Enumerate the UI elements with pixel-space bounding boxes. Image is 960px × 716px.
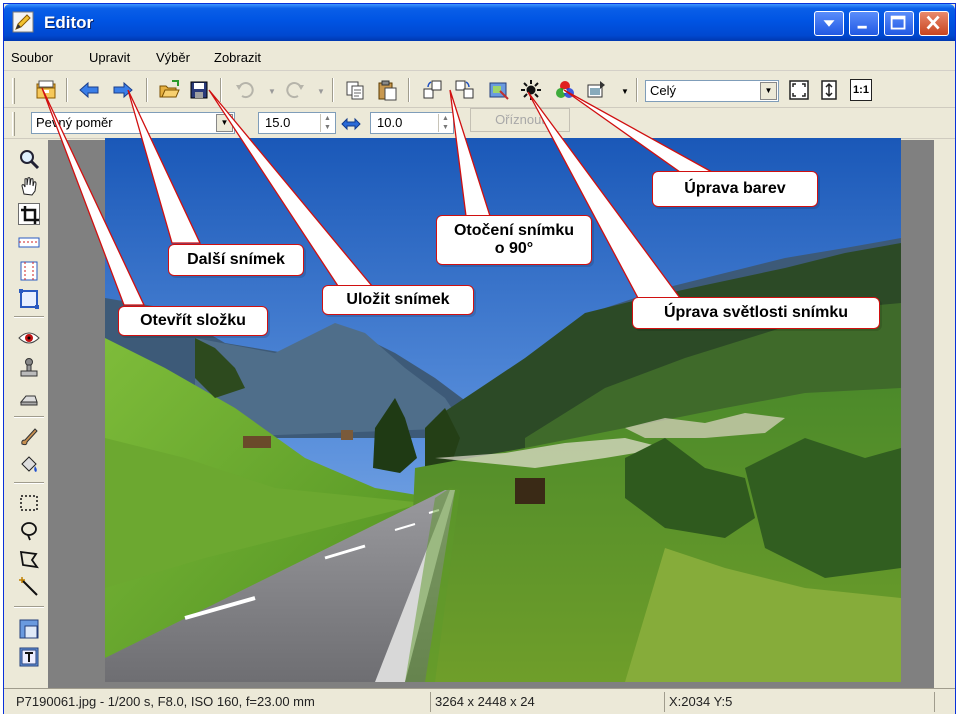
ratio-select[interactable]: Pevný poměr ▼ <box>31 112 235 134</box>
hand-pan-icon[interactable] <box>18 175 40 197</box>
actual-size-button[interactable]: 1:1 <box>850 79 872 101</box>
toolbar-grip[interactable] <box>12 112 15 136</box>
minimize-button[interactable] <box>849 11 879 36</box>
layer-icon[interactable] <box>18 618 40 640</box>
spin-arrows-icon[interactable]: ▲ ▼ <box>438 114 452 132</box>
menu-vyber[interactable]: Výběr <box>156 50 190 65</box>
main-toolbar: ▼ ▼ ▼ Celý ▼ 1:1 <box>4 72 955 108</box>
text-tool-icon[interactable] <box>18 646 40 668</box>
red-eye-icon[interactable] <box>18 327 40 349</box>
left-toolbar <box>4 140 48 688</box>
save-icon[interactable] <box>188 79 210 101</box>
close-button[interactable] <box>919 11 949 36</box>
toolbar-separator <box>14 416 44 418</box>
polygon-select-icon[interactable] <box>18 548 40 570</box>
zoom-icon[interactable] <box>18 148 40 170</box>
callout-rotate-line1: Otočení snímku <box>453 222 575 239</box>
crop-width-field[interactable]: 15.0 ▲ ▼ <box>258 112 336 134</box>
callout-save-image: Uložit snímek <box>322 285 474 315</box>
menu-soubor[interactable]: Soubor <box>11 50 53 65</box>
resize-image-icon[interactable] <box>488 79 510 101</box>
redo-icon[interactable] <box>284 79 306 101</box>
spin-arrows-icon[interactable]: ▲ ▼ <box>320 114 334 132</box>
undo-dropdown-icon[interactable]: ▼ <box>268 88 276 96</box>
menu-zobrazit[interactable]: Zobrazit <box>214 50 261 65</box>
copy-icon[interactable] <box>344 79 366 101</box>
callout-open-folder: Otevřít složku <box>118 306 268 336</box>
callout-rotate: Otočení snímku o 90° <box>436 215 592 265</box>
toolbar-grip[interactable] <box>12 78 15 104</box>
vertical-guides-icon[interactable] <box>18 260 40 282</box>
swap-arrows-icon[interactable] <box>340 113 362 135</box>
ratio-select-value: Pevný poměr <box>36 115 113 130</box>
menu-bar: Soubor Upravit Výběr Zobrazit <box>4 41 955 71</box>
smudge-icon[interactable] <box>18 386 40 408</box>
effects-icon[interactable] <box>586 79 608 101</box>
status-file-info: P7190061.jpg - 1/200 s, F8.0, ISO 160, f… <box>16 694 315 709</box>
straighten-icon[interactable] <box>18 232 40 254</box>
pencil-icon <box>12 11 34 33</box>
zoom-select[interactable]: Celý ▼ <box>645 80 779 102</box>
magic-wand-icon[interactable] <box>18 576 40 598</box>
fit-height-icon[interactable] <box>818 79 840 101</box>
menu-upravit[interactable]: Upravit <box>89 50 130 65</box>
clone-stamp-icon[interactable] <box>18 357 40 379</box>
status-coords: X:2034 Y:5 <box>664 692 934 712</box>
open-file-icon[interactable] <box>158 79 180 101</box>
crop-button[interactable]: Oříznout <box>470 108 570 132</box>
toolbar-separator <box>408 78 410 102</box>
toolbar-separator <box>146 78 148 102</box>
window-menu-button[interactable] <box>814 11 844 36</box>
toolbar-separator <box>636 78 638 102</box>
chevron-down-icon[interactable]: ▼ <box>216 114 233 132</box>
toolbar-separator <box>66 78 68 102</box>
redo-dropdown-icon[interactable]: ▼ <box>317 88 325 96</box>
toolbar-separator <box>220 78 222 102</box>
callout-next-image: Další snímek <box>168 244 304 276</box>
effects-dropdown-icon[interactable]: ▼ <box>621 88 629 96</box>
rotate-right-icon[interactable] <box>454 79 476 101</box>
rect-select-icon[interactable] <box>18 492 40 514</box>
toolbar-separator <box>332 78 334 102</box>
maximize-button[interactable] <box>884 11 914 36</box>
crop-height-value: 10.0 <box>377 115 403 130</box>
crop-tool-icon[interactable] <box>18 203 40 225</box>
rotate-left-icon[interactable] <box>422 79 444 101</box>
next-arrow-icon[interactable] <box>112 79 134 101</box>
toolbar-separator <box>14 316 44 318</box>
lasso-icon[interactable] <box>18 520 40 542</box>
chevron-down-icon[interactable]: ▼ <box>760 82 777 100</box>
undo-icon[interactable] <box>234 79 256 101</box>
crop-height-field[interactable]: 10.0 ▲ ▼ <box>370 112 454 134</box>
window-title: Editor <box>44 13 94 32</box>
resize-grip-icon[interactable] <box>934 692 952 712</box>
previous-arrow-icon[interactable] <box>78 79 100 101</box>
status-dimensions: 3264 x 2448 x 24 <box>430 692 664 712</box>
fill-bucket-icon[interactable] <box>18 454 40 476</box>
brightness-icon[interactable] <box>520 79 542 101</box>
callout-brightness-adjust: Úprava světlosti snímku <box>632 297 880 329</box>
fit-to-window-icon[interactable] <box>788 79 810 101</box>
open-folder-icon[interactable] <box>35 79 57 101</box>
zoom-select-value: Celý <box>650 83 677 98</box>
color-wheel-icon[interactable] <box>554 79 576 101</box>
callout-rotate-line2: o 90° <box>494 240 534 257</box>
brush-icon[interactable] <box>18 426 40 448</box>
toolbar-separator <box>14 606 44 608</box>
right-panel <box>934 140 955 688</box>
toolbar-separator <box>14 482 44 484</box>
frame-icon[interactable] <box>18 288 40 310</box>
title-bar[interactable]: Editor <box>4 4 955 41</box>
status-bar: P7190061.jpg - 1/200 s, F8.0, ISO 160, f… <box>4 688 955 714</box>
crop-width-value: 15.0 <box>265 115 291 130</box>
callout-color-adjust: Úprava barev <box>652 171 818 207</box>
paste-icon[interactable] <box>376 79 398 101</box>
